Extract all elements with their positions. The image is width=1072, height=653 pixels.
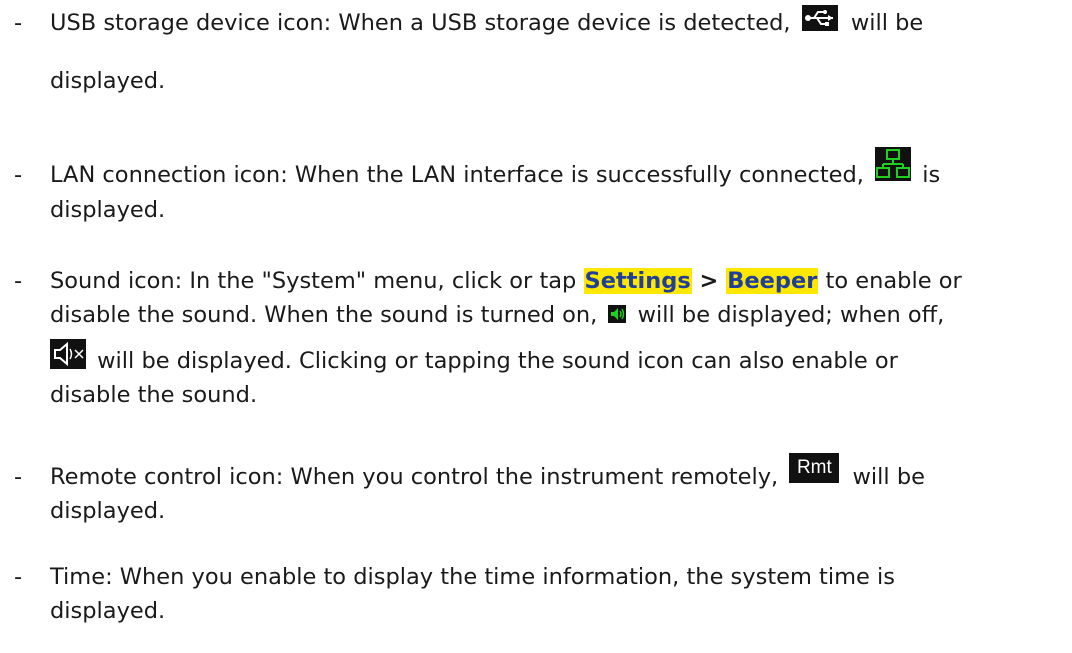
item-text-part: disable the sound. When the sound is tur…	[50, 302, 605, 328]
item-text-line: disable the sound.	[50, 382, 258, 408]
document-page: - USB storage device icon: When a USB st…	[0, 0, 1072, 653]
item-text-line: displayed.	[50, 68, 166, 94]
item-text-line: Time: When you enable to display the tim…	[50, 564, 896, 590]
settings-keyword: Settings	[583, 268, 692, 294]
item-text: Sound icon: In the "System" menu, click …	[50, 264, 1044, 412]
bullet-dash: -	[14, 268, 23, 294]
item-text-part: will be	[843, 10, 924, 36]
item-text-part: Sound icon: In the "System" menu, click …	[50, 268, 584, 294]
list-item-time: - Time: When you enable to display the t…	[14, 560, 1044, 628]
list-item-sound: - Sound icon: In the "System" menu, clic…	[14, 264, 1044, 412]
item-text-line: displayed.	[50, 598, 166, 624]
item-text-part: will be displayed. Clicking or tapping t…	[90, 348, 898, 374]
item-text-part: Remote control icon: When you control th…	[50, 464, 786, 490]
rmt-icon: Rmt	[789, 452, 840, 483]
bullet-dash: -	[14, 162, 23, 188]
item-text-line: displayed.	[50, 196, 166, 223]
item-text-line: will be displayed. Clicking or tapping t…	[50, 338, 1044, 378]
item-text-line: Sound icon: In the "System" menu, click …	[50, 264, 1044, 298]
item-text-part: is	[915, 162, 941, 188]
usb-icon	[801, 4, 838, 31]
item-text-line: displayed.	[50, 498, 166, 524]
item-text: Remote control icon: When you control th…	[50, 452, 1044, 528]
lan-icon	[875, 146, 912, 181]
item-text-part: USB storage device icon: When a USB stor…	[50, 10, 798, 36]
item-text: LAN connection icon: When the LAN interf…	[50, 146, 1044, 227]
item-text-part: will be	[845, 464, 925, 490]
bullet-dash: -	[14, 564, 23, 590]
bullet-dash: -	[14, 10, 23, 36]
list-item-usb: - USB storage device icon: When a USB st…	[14, 4, 1044, 98]
list-item-remote: - Remote control icon: When you control …	[14, 452, 1044, 528]
item-text-line: disable the sound. When the sound is tur…	[50, 298, 1044, 332]
beeper-keyword: Beeper	[726, 268, 819, 294]
menu-separator: >	[691, 268, 727, 294]
item-text-part: to enable or	[818, 268, 962, 294]
list-item-lan: - LAN connection icon: When the LAN inte…	[14, 146, 1044, 227]
sound-off-icon	[50, 338, 86, 369]
item-text: Time: When you enable to display the tim…	[50, 560, 1044, 628]
item-text: USB storage device icon: When a USB stor…	[50, 4, 1044, 98]
bullet-dash: -	[14, 464, 23, 490]
item-text-part: will be displayed; when off,	[630, 302, 945, 328]
item-text-part: LAN connection icon: When the LAN interf…	[50, 162, 872, 188]
sound-on-icon	[608, 304, 627, 323]
